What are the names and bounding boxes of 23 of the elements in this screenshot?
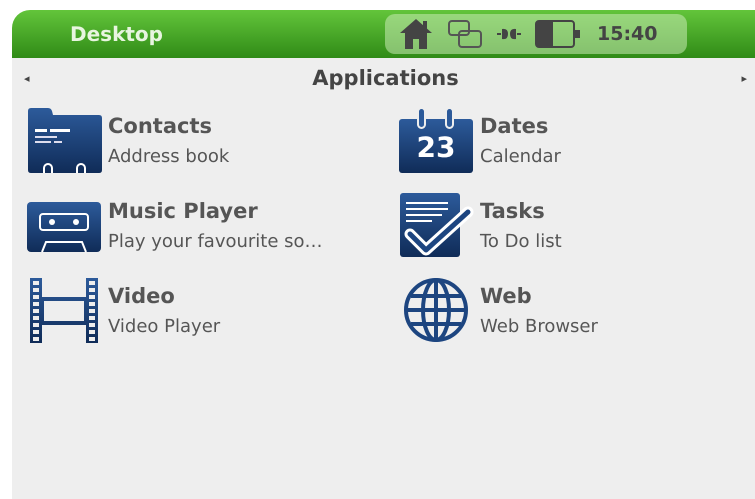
app-description: Play your favourite so… bbox=[108, 230, 323, 252]
app-description: Web Browser bbox=[480, 316, 598, 336]
windows-icon[interactable] bbox=[447, 19, 483, 49]
plug-icon bbox=[497, 26, 521, 42]
app-name[interactable]: Tasks bbox=[480, 198, 562, 222]
clock-text: 15:40 bbox=[597, 23, 658, 45]
previous-page-arrow[interactable]: ◂ bbox=[24, 72, 30, 84]
checklist-icon bbox=[398, 192, 474, 258]
folder-icon bbox=[26, 107, 102, 173]
app-name[interactable]: Music Player bbox=[108, 198, 323, 222]
app-description: Address book bbox=[108, 146, 230, 166]
app-name[interactable]: Web bbox=[480, 284, 598, 308]
app-description: Video Player bbox=[108, 316, 220, 336]
next-page-arrow[interactable]: ▸ bbox=[741, 72, 747, 84]
section-title: Applications bbox=[311, 66, 460, 90]
app-name[interactable]: Contacts bbox=[108, 114, 230, 138]
app-description: To Do list bbox=[480, 230, 562, 252]
home-icon[interactable] bbox=[399, 18, 433, 50]
app-description: Calendar bbox=[480, 146, 561, 166]
app-name[interactable]: Video bbox=[108, 284, 220, 308]
battery-icon bbox=[535, 20, 581, 48]
app-name[interactable]: Dates bbox=[480, 114, 561, 138]
desktop-title: Desktop bbox=[70, 22, 163, 46]
